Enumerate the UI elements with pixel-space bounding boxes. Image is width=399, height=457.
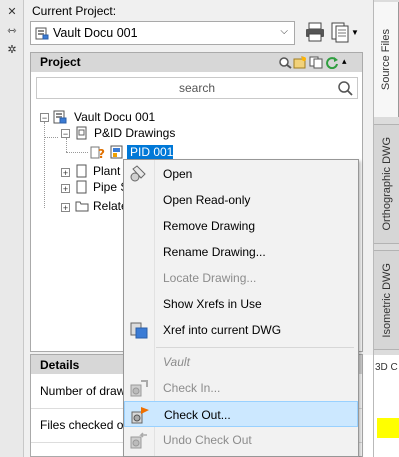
tree-guide-line — [44, 137, 58, 138]
tab-orthographic-dwg[interactable]: Orthographic DWG — [374, 124, 399, 244]
folder-drawings-icon — [76, 180, 87, 194]
context-menu: Open Open Read-only Remove Drawing Renam… — [123, 159, 359, 457]
tree-item-root[interactable]: Vault Docu 001 — [74, 110, 155, 124]
zoom-icon[interactable] — [278, 56, 292, 69]
tree-expander-pid[interactable]: − — [61, 129, 70, 139]
menu-item-label: Xref into current DWG — [163, 323, 282, 337]
search-icon[interactable] — [337, 80, 353, 96]
chevron-down-icon: ⌵ — [280, 26, 288, 37]
new-folder-icon[interactable] — [293, 56, 307, 69]
project-icon — [35, 27, 49, 40]
menu-item-undo-check-out[interactable]: Undo Check Out — [124, 427, 358, 453]
menu-section-label: Vault — [163, 355, 190, 369]
gear-icon[interactable]: ✲ — [6, 44, 18, 56]
chevron-up-icon[interactable]: ▴ — [342, 56, 347, 67]
folder-drawings-icon — [76, 126, 87, 140]
menu-item-check-out[interactable]: Check Out... — [124, 401, 358, 427]
refresh-icon[interactable] — [325, 56, 339, 69]
check-in-icon — [130, 380, 148, 397]
menu-section-vault: Vault — [124, 349, 358, 375]
menu-separator — [156, 347, 354, 348]
project-panel-title: Project — [40, 55, 81, 69]
menu-item-label: Locate Drawing... — [163, 271, 257, 285]
tree-expander-related[interactable]: + — [61, 203, 70, 213]
tree-guide-line — [44, 122, 45, 208]
tree-item-pid-drawings[interactable]: P&ID Drawings — [94, 126, 175, 140]
menu-item-xref-into-dwg[interactable]: Xref into current DWG — [124, 317, 358, 343]
menu-item-open[interactable]: Open — [124, 161, 358, 187]
drawing-missing-icon: ? — [90, 146, 105, 159]
folder-drawings-icon — [76, 164, 87, 178]
menu-item-check-in[interactable]: Check In... — [124, 375, 358, 401]
tab-source-files[interactable]: Source Files — [374, 2, 399, 117]
menu-item-rename-drawing[interactable]: Rename Drawing... — [124, 239, 358, 265]
details-row-label: Number of draw — [40, 384, 126, 398]
tree-guide-line — [66, 138, 67, 152]
menu-item-label: Open — [163, 167, 193, 181]
tree-expander-root[interactable]: − — [40, 113, 49, 123]
menu-item-remove-drawing[interactable]: Remove Drawing — [124, 213, 358, 239]
xref-icon — [130, 322, 148, 339]
tree-expander-plant3d[interactable]: + — [61, 168, 70, 178]
copy-icon[interactable] — [309, 56, 323, 69]
tree-item-pid-001[interactable]: PID 001 — [130, 145, 173, 159]
tree-expander-pipe[interactable]: + — [61, 184, 70, 194]
menu-item-label: Remove Drawing — [163, 219, 256, 233]
chevron-down-icon[interactable]: ▼ — [351, 28, 359, 37]
current-project-label: Current Project: — [32, 4, 117, 18]
current-project-dropdown[interactable]: Vault Docu 001 ⌵ — [30, 21, 295, 45]
tab-isometric-dwg[interactable]: Isometric DWG — [374, 250, 399, 350]
print-icon[interactable] — [304, 20, 326, 44]
menu-item-label: Open Read-only — [163, 193, 251, 207]
folder-icon — [75, 201, 89, 212]
collapse-icon[interactable]: ⇿ — [6, 25, 18, 37]
menu-item-label: Undo Check Out — [163, 433, 252, 447]
drawing-file-icon — [110, 145, 123, 159]
open-drawing-icon — [130, 165, 146, 182]
menu-item-label: Show Xrefs in Use — [163, 297, 262, 311]
highlight-bar — [377, 418, 399, 438]
tab-orthographic-label: Orthographic DWG — [380, 137, 393, 231]
menu-item-show-xrefs[interactable]: Show Xrefs in Use — [124, 291, 358, 317]
svg-text:?: ? — [98, 147, 105, 159]
menu-item-label: Check Out... — [164, 408, 231, 422]
close-icon[interactable]: ✕ — [6, 6, 18, 18]
right-pane-text: 3D C — [375, 362, 398, 373]
menu-item-label: Check In... — [163, 381, 221, 395]
check-out-icon — [131, 407, 149, 424]
details-row-label: Files checked ou — [40, 418, 131, 432]
undo-check-out-icon — [130, 432, 147, 449]
menu-item-locate-drawing[interactable]: Locate Drawing... — [124, 265, 358, 291]
project-icon — [53, 110, 67, 124]
menu-item-open-readonly[interactable]: Open Read-only — [124, 187, 358, 213]
details-panel-title: Details — [40, 358, 80, 372]
menu-item-label: Rename Drawing... — [163, 245, 266, 259]
search-placeholder: search — [178, 81, 216, 95]
current-project-value: Vault Docu 001 — [53, 26, 138, 40]
tab-source-files-label: Source Files — [380, 28, 392, 91]
tab-isometric-label: Isometric DWG — [380, 262, 393, 338]
tree-guide-line — [66, 152, 88, 153]
left-toolbar-strip: ✕ ⇿ ✲ — [0, 0, 24, 457]
right-pane — [363, 355, 373, 457]
